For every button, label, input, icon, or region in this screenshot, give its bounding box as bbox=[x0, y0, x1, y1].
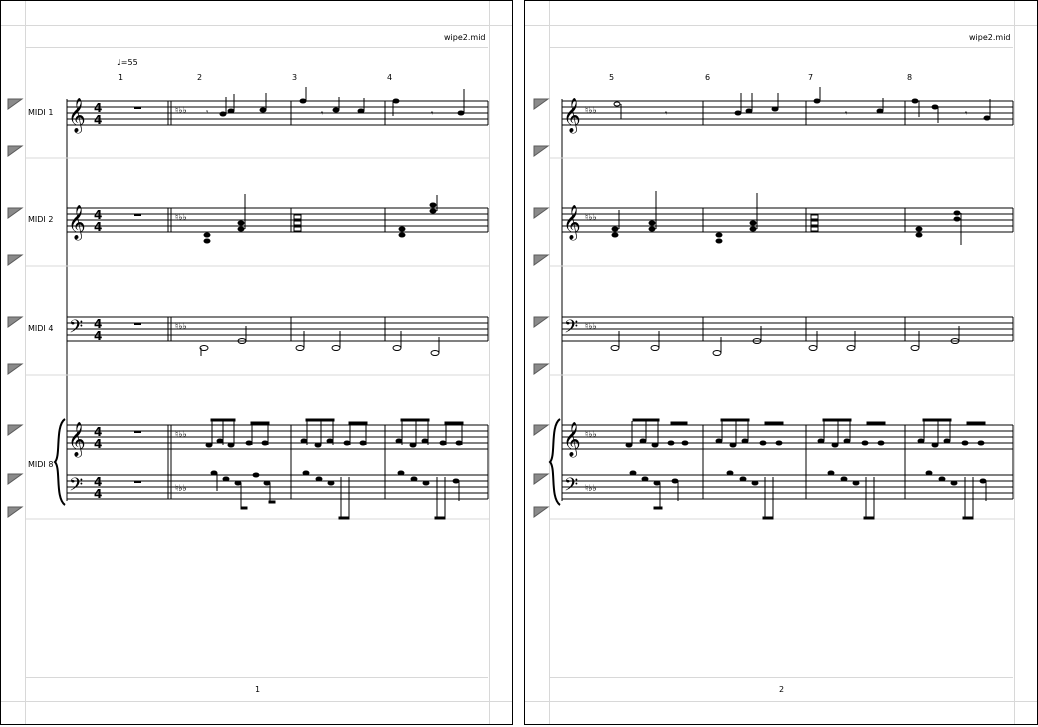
page-gutter bbox=[513, 0, 524, 727]
staff-handles-page-2 bbox=[533, 98, 550, 518]
triangle-handle-icon[interactable] bbox=[7, 424, 24, 436]
triangle-handle-icon[interactable] bbox=[533, 207, 550, 219]
triangle-handle-icon[interactable] bbox=[7, 363, 24, 375]
score-page-2: wipe2.mid 5 6 7 8 2 𝄞 𝄞 𝄢 𝄞 𝄢 ♮♭♭ ♮♭♭ ♮♭… bbox=[524, 0, 1038, 725]
triangle-handle-icon[interactable] bbox=[533, 254, 550, 266]
triangle-handle-icon[interactable] bbox=[533, 145, 550, 157]
triangle-handle-icon[interactable] bbox=[533, 98, 550, 110]
triangle-handle-icon[interactable] bbox=[533, 363, 550, 375]
triangle-handle-icon[interactable] bbox=[533, 424, 550, 436]
triangle-handle-icon[interactable] bbox=[7, 473, 24, 485]
triangle-handle-icon[interactable] bbox=[7, 145, 24, 157]
triangle-handle-icon[interactable] bbox=[7, 316, 24, 328]
triangle-handle-icon[interactable] bbox=[7, 98, 24, 110]
triangle-handle-icon[interactable] bbox=[533, 316, 550, 328]
staff-handles-page-1 bbox=[7, 98, 24, 518]
score-page-1: wipe2.mid ♩=55 1 2 3 4 MIDI 1 MIDI 2 MID… bbox=[0, 0, 513, 725]
triangle-handle-icon[interactable] bbox=[533, 506, 550, 518]
triangle-handle-icon[interactable] bbox=[7, 207, 24, 219]
triangle-handle-icon[interactable] bbox=[7, 506, 24, 518]
triangle-handle-icon[interactable] bbox=[533, 473, 550, 485]
triangle-handle-icon[interactable] bbox=[7, 254, 24, 266]
